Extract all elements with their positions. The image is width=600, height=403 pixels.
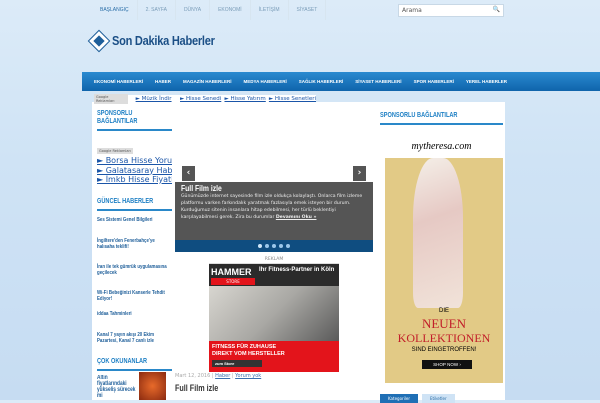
news-item[interactable]: Ses Sistemi Genel Bilgileri <box>97 217 173 238</box>
news-item[interactable]: Kanal 7 yayın akışı 20 Ekim Pazartesi, K… <box>97 332 173 358</box>
menu-news[interactable]: HABER <box>149 72 177 91</box>
divider <box>97 129 172 131</box>
menu-local[interactable]: YEREL HABERLER <box>460 72 513 91</box>
ad-image <box>413 158 463 308</box>
ad-links-bar: Google Reklamları ► Müzik İndir ► Hisse … <box>94 94 316 104</box>
sidebar-tabs: Kategoriler Etiketler <box>380 394 455 403</box>
right-sponsor-heading: SPONSORLU BAĞLANTILAR <box>380 112 458 119</box>
news-item[interactable]: iddaa Tahminleri <box>97 311 173 332</box>
shop-now-button[interactable]: SHOP NOW › <box>422 360 472 369</box>
post-meta: Mart 12, 2016 | Haber | Yorum yok <box>175 373 262 379</box>
post-title[interactable]: Full Film izle <box>175 383 218 393</box>
site-logo[interactable]: Son Dakika Haberler <box>89 30 233 51</box>
ad-text: KOLLEKTIONEN <box>397 331 491 345</box>
logo-text: Son Dakika Haberler <box>112 33 215 48</box>
ad-line2: DIREKT VOM HERSTELLER <box>212 351 285 357</box>
divider <box>380 123 503 125</box>
slide-dot[interactable] <box>258 244 262 248</box>
ad-image <box>209 286 339 341</box>
search-input[interactable]: Arama 🔍 <box>398 4 504 17</box>
slide-text: Günümüzde internet sayesinde film izle o… <box>181 194 363 220</box>
ad-brand: HAMMER <box>211 267 252 277</box>
prev-arrow-icon[interactable]: ‹ <box>182 166 195 181</box>
post-comments[interactable]: Yorum yok <box>235 373 261 379</box>
google-ads-badge[interactable]: Google Reklamları <box>94 94 128 104</box>
slide-dot[interactable] <box>286 244 290 248</box>
topnav-world[interactable]: DÜNYA <box>176 0 211 20</box>
hammer-ad[interactable]: HAMMER STORE Ihr Fitness-Partner in Köln… <box>209 264 339 372</box>
topnav-home[interactable]: BAŞLANGIÇ <box>92 0 138 20</box>
sponsor-link[interactable]: ► Galatasaray Haberleri <box>97 166 172 176</box>
ad-brand: mytheresa.com <box>411 141 472 152</box>
popular-thumbnail[interactable] <box>139 372 166 400</box>
ad-link[interactable]: ► Hisse Yatırım <box>224 96 268 102</box>
news-heading: GÜNCEL HABERLER <box>97 197 154 205</box>
news-item[interactable]: İngiltere'den Fenerbahçe'ye halısaha tek… <box>97 238 173 264</box>
ad-cta[interactable]: zum Store <box>212 360 262 367</box>
topnav-page2[interactable]: 2. SAYFA <box>138 0 176 20</box>
menu-magazine[interactable]: MAGAZİN HABERLERİ <box>177 72 238 91</box>
post-category[interactable]: Haber <box>215 373 230 379</box>
slider-dots <box>175 240 373 252</box>
tab-categories[interactable]: Kategoriler <box>380 394 418 403</box>
mytheresa-ad[interactable]: mytheresa.com DIE NEUEN KOLLEKTIONEN SIN… <box>380 128 503 385</box>
menu-sports[interactable]: SPOR HABERLERİ <box>408 72 460 91</box>
menu-economy[interactable]: EKONOMİ HABERLERİ <box>88 72 149 91</box>
slide-title[interactable]: Full Film izle <box>181 184 339 193</box>
main-menu: EKONOMİ HABERLERİ HABER MAGAZİN HABERLER… <box>82 72 600 91</box>
post-date: Mart 12, 2016 <box>175 373 211 379</box>
slide-dot[interactable] <box>272 244 276 248</box>
sponsor-link[interactable]: ► Borsa Hisse Yorumları <box>97 156 172 166</box>
top-nav: BAŞLANGIÇ 2. SAYFA DÜNYA EKONOMİ İLETİŞİ… <box>92 0 327 20</box>
menu-media[interactable]: MEDYA HABERLERİ <box>238 72 293 91</box>
popular-item[interactable]: Altın fiyatlarındaki yükseliş sürecek mi <box>97 375 137 399</box>
next-arrow-icon[interactable]: › <box>353 166 366 181</box>
news-item[interactable]: Wi-Fi Bebeğinizi Kanserle Tehdit Ediyor! <box>97 290 173 311</box>
slider-caption: Full Film izle Günümüzde internet sayesi… <box>175 182 373 241</box>
ad-line1: FITNESS FÜR ZUHAUSE <box>212 344 277 350</box>
tab-tags[interactable]: Etiketler <box>422 394 455 403</box>
slide-dot[interactable] <box>265 244 269 248</box>
popular-heading: ÇOK OKUNANLAR <box>97 357 148 365</box>
ad-link[interactable]: ► Hisse Senedi <box>180 96 224 102</box>
slide-dot[interactable] <box>279 244 283 248</box>
search-placeholder: Arama <box>402 7 422 14</box>
search-icon[interactable]: 🔍 <box>493 6 500 13</box>
menu-politics[interactable]: SİYASET HABERLERİ <box>349 72 407 91</box>
ad-headline: Ihr Fitness-Partner in Köln <box>259 267 335 273</box>
ad-store: STORE <box>211 278 255 285</box>
divider <box>97 368 172 371</box>
ad-text: SIND EINGETROFFEN! <box>411 347 477 353</box>
ad-link[interactable]: ► Müzik İndir <box>136 96 180 102</box>
divider <box>97 208 172 211</box>
read-more-link[interactable]: Devamını Oku » <box>276 215 317 220</box>
logo-icon <box>89 30 109 51</box>
ad-label: REKLAM <box>209 257 339 264</box>
news-item[interactable]: İran ile tek gümrük uygulamasına geçilec… <box>97 264 173 290</box>
topnav-politics[interactable]: SİYASET <box>289 0 327 20</box>
sponsor-heading: SPONSORLU BAĞLANTILAR <box>97 110 138 125</box>
google-ads-badge[interactable]: Google Reklamları <box>97 148 133 154</box>
topnav-contact[interactable]: İLETİŞİM <box>251 0 289 20</box>
ad-link[interactable]: ► Hisse Senetleri <box>269 96 316 102</box>
left-sidebar: SPONSORLU BAĞLANTILAR Google Reklamları … <box>97 110 172 399</box>
sponsor-link[interactable]: ► İmkb Hisse Fiyatları <box>97 175 172 185</box>
topnav-economy[interactable]: EKONOMİ <box>210 0 251 20</box>
right-sidebar: SPONSORLU BAĞLANTILAR <box>380 112 503 125</box>
ad-text: NEUEN <box>421 316 467 331</box>
menu-health[interactable]: SAĞLIK HABERLERİ <box>293 72 350 91</box>
ad-text: DIE <box>438 308 449 314</box>
